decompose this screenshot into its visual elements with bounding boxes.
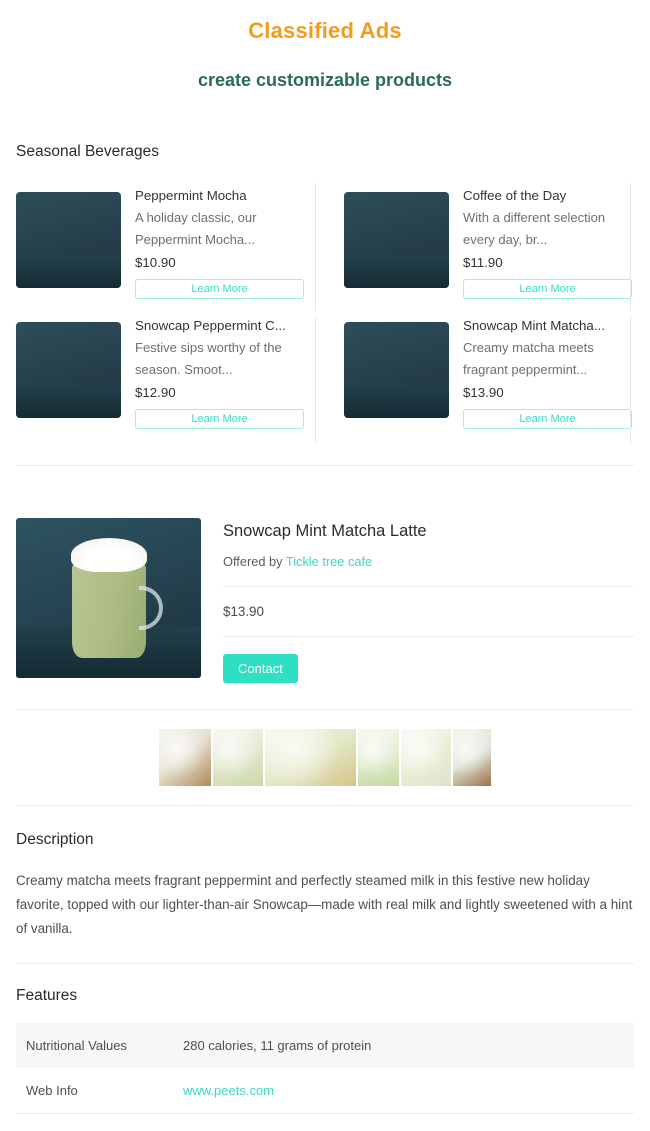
description-section: Description Creamy matcha meets fragrant… — [0, 831, 650, 941]
product-card-description: With a different selection every day, br… — [463, 210, 606, 247]
seasonal-beverages-section: Seasonal Beverages Peppermint Mocha A hol… — [0, 143, 650, 444]
product-detail-price: $13.90 — [223, 604, 264, 619]
product-card-description: A holiday classic, our Peppermint Mocha.… — [135, 210, 257, 247]
product-detail-image — [16, 518, 201, 678]
features-key: Web Info — [16, 1068, 171, 1114]
product-card[interactable]: Coffee of the Day With a different select… — [315, 183, 632, 313]
product-card[interactable]: Snowcap Peppermint C... Festive sips wort… — [16, 313, 315, 443]
product-card[interactable]: Snowcap Mint Matcha... Creamy matcha meet… — [315, 313, 632, 443]
grid-divider — [630, 183, 631, 311]
description-title: Description — [16, 831, 94, 848]
features-row: Nutritional Values 280 calories, 11 grams… — [16, 1023, 634, 1068]
features-value-link[interactable]: www.peets.com — [183, 1083, 274, 1098]
product-grid: Peppermint Mocha A holiday classic, our P… — [0, 183, 650, 444]
features-section: Features Nutritional Values 280 calories,… — [0, 987, 650, 1114]
gallery-thumbnail[interactable] — [213, 729, 263, 786]
learn-more-button[interactable]: Learn More — [135, 409, 304, 429]
description-body: Creamy matcha meets fragrant peppermint … — [16, 873, 633, 936]
product-detail: Snowcap Mint Matcha Latte Offered by Tic… — [0, 518, 650, 683]
product-detail-title: Snowcap Mint Matcha Latte — [223, 522, 427, 540]
product-card-image — [16, 192, 121, 288]
learn-more-button[interactable]: Learn More — [135, 279, 304, 299]
product-card-price: $13.90 — [463, 385, 504, 400]
gallery-thumbnail[interactable] — [159, 729, 211, 786]
product-card-title: Peppermint Mocha — [135, 188, 247, 203]
grid-divider — [315, 183, 316, 311]
features-key: Nutritional Values — [16, 1023, 171, 1068]
features-value-cell: 280 calories, 11 grams of protein — [171, 1023, 634, 1068]
features-row: Web Info www.peets.com — [16, 1068, 634, 1114]
product-card-title: Snowcap Mint Matcha... — [463, 318, 605, 333]
product-card-price: $12.90 — [135, 385, 176, 400]
product-card-price: $10.90 — [135, 255, 176, 270]
features-top-divider — [16, 963, 634, 964]
learn-more-button[interactable]: Learn More — [463, 279, 632, 299]
features-table: Nutritional Values 280 calories, 11 grams… — [16, 1023, 634, 1114]
features-title: Features — [16, 987, 78, 1004]
product-card-description: Creamy matcha meets fragrant peppermint.… — [463, 340, 594, 377]
grid-divider — [630, 316, 631, 444]
contact-button[interactable]: Contact — [223, 654, 298, 683]
detail-divider — [223, 586, 634, 587]
offered-by: Offered by Tickle tree cafe — [223, 554, 634, 569]
brand-subtitle: create customizable products — [197, 70, 453, 90]
features-value-cell: www.peets.com — [171, 1068, 634, 1114]
gallery-thumbnail[interactable] — [453, 729, 491, 786]
offered-by-label: Offered by — [223, 554, 283, 569]
section-title-seasonal: Seasonal Beverages — [16, 143, 160, 160]
product-card-image — [344, 322, 449, 418]
seller-link[interactable]: Tickle tree cafe — [286, 554, 372, 569]
gallery-thumbnail-strip — [0, 710, 650, 805]
brand-title: Classified Ads — [248, 18, 402, 43]
gallery-bottom-divider — [16, 805, 634, 806]
gallery-thumbnail[interactable] — [358, 729, 399, 786]
product-card-description: Festive sips worthy of the season. Smoot… — [135, 340, 282, 377]
product-card-title: Coffee of the Day — [463, 188, 567, 203]
matcha-latte-illustration — [70, 538, 163, 658]
gallery-thumbnail[interactable] — [401, 729, 451, 786]
product-card-image — [16, 322, 121, 418]
grid-divider — [315, 316, 316, 444]
features-value: 280 calories, 11 grams of protein — [183, 1038, 372, 1053]
product-card-image — [344, 192, 449, 288]
detail-divider — [223, 636, 634, 637]
product-card[interactable]: Peppermint Mocha A holiday classic, our P… — [16, 183, 315, 313]
product-card-price: $11.90 — [463, 255, 503, 270]
page-header: Classified Ads create customizable produ… — [0, 0, 650, 91]
product-card-title: Snowcap Peppermint C... — [135, 318, 286, 333]
learn-more-button[interactable]: Learn More — [463, 409, 632, 429]
gallery-thumbnail[interactable] — [265, 729, 356, 786]
section-divider — [16, 465, 634, 466]
